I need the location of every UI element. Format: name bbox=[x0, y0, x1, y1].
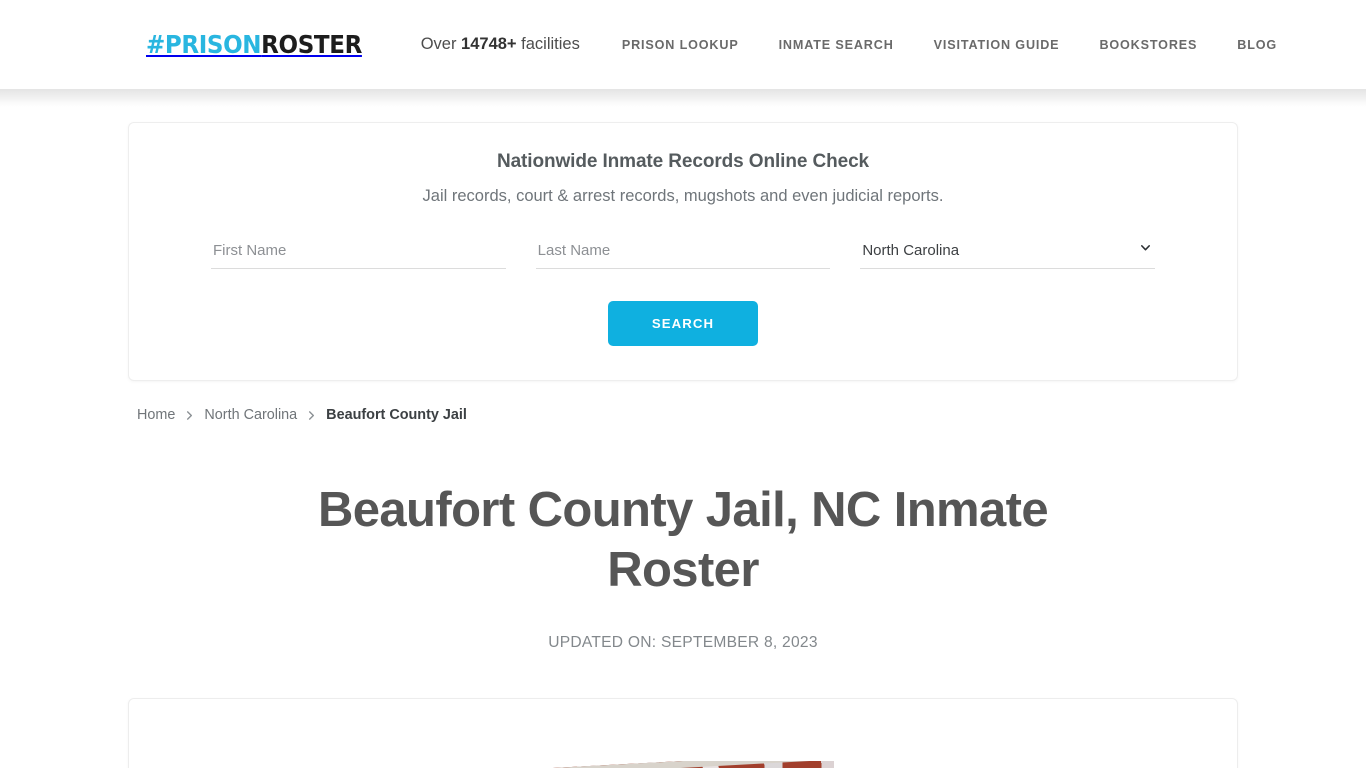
nav-item-visitation-guide[interactable]: VISITATION GUIDE bbox=[934, 38, 1060, 52]
facility-count: Over 14748+ facilities bbox=[421, 35, 580, 54]
updated-on-label: UPDATED ON: SEPTEMBER 8, 2023 bbox=[548, 633, 818, 651]
nav-item-inmate-search[interactable]: INMATE SEARCH bbox=[779, 38, 894, 52]
page-title: Beaufort County Jail, NC Inmate Roster bbox=[317, 483, 1049, 597]
breadcrumb-item-home[interactable]: Home bbox=[137, 407, 175, 423]
facility-photo bbox=[532, 760, 834, 768]
search-card-subtitle: Jail records, court & arrest records, mu… bbox=[422, 187, 944, 205]
breadcrumb-item-current: Beaufort County Jail bbox=[326, 407, 467, 423]
content-container: Nationwide Inmate Records Online Check J… bbox=[128, 122, 1238, 768]
breadcrumb-item-state[interactable]: North Carolina bbox=[204, 407, 297, 423]
nav-item-prison-lookup[interactable]: PRISON LOOKUP bbox=[622, 38, 739, 52]
logo-prefix: #PRISON bbox=[146, 30, 262, 59]
page-body: Nationwide Inmate Records Online Check J… bbox=[0, 122, 1366, 768]
facility-count-number: 14748+ bbox=[461, 35, 517, 53]
inmate-search-card: Nationwide Inmate Records Online Check J… bbox=[128, 122, 1238, 381]
search-button-row: SEARCH bbox=[159, 301, 1207, 346]
facility-count-prefix: Over bbox=[420, 35, 462, 53]
first-name-field bbox=[211, 237, 506, 269]
chevron-right-icon bbox=[309, 410, 315, 420]
nav-item-blog[interactable]: BLOG bbox=[1237, 38, 1277, 52]
site-header: #PRISONROSTER Over 14748+ facilities PRI… bbox=[0, 0, 1366, 107]
nav-item-bookstores[interactable]: BOOKSTORES bbox=[1099, 38, 1197, 52]
last-name-input[interactable] bbox=[535, 237, 831, 269]
breadcrumb: Home North Carolina Beaufort County Jail bbox=[128, 407, 1238, 423]
site-logo[interactable]: #PRISONROSTER bbox=[146, 30, 362, 59]
last-name-field bbox=[535, 237, 831, 269]
state-select[interactable]: North Carolina bbox=[860, 237, 1156, 269]
search-submit-button[interactable]: SEARCH bbox=[607, 301, 759, 346]
first-name-input[interactable] bbox=[211, 237, 506, 269]
main-navigation: PRISON LOOKUP INMATE SEARCH VISITATION G… bbox=[622, 38, 1277, 52]
search-card-title: Nationwide Inmate Records Online Check bbox=[496, 151, 870, 172]
chevron-right-icon bbox=[187, 410, 193, 420]
logo-suffix: ROSTER bbox=[261, 30, 362, 59]
state-field: North Carolina bbox=[860, 237, 1156, 269]
facility-building-image bbox=[532, 760, 834, 768]
inmate-search-form: North Carolina bbox=[159, 237, 1207, 269]
facility-count-suffix: facilities bbox=[516, 35, 580, 53]
facility-photo-card bbox=[128, 697, 1238, 768]
